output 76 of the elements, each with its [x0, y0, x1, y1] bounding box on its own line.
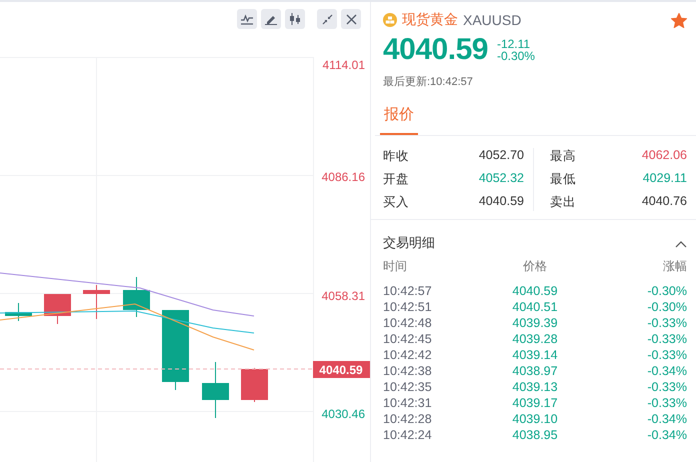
- line-chart-icon: [241, 14, 253, 24]
- trade-change: -0.33%: [646, 395, 687, 411]
- candle: [241, 368, 268, 402]
- toolbar-button[interactable]: [237, 9, 257, 29]
- stat-value: 4052.32: [478, 171, 524, 187]
- trade-price: 4039.17: [511, 395, 559, 411]
- trade-price: 4039.10: [511, 411, 559, 427]
- column-header: 时间: [383, 258, 408, 275]
- stat-value: 4040.59: [478, 194, 524, 210]
- trade-change: -0.33%: [646, 315, 687, 331]
- trade-time: 10:42:28: [383, 411, 433, 427]
- stat-label: 昨收: [383, 148, 409, 165]
- price-axis-label: 4086.16: [322, 170, 365, 184]
- close-button[interactable]: [341, 9, 361, 29]
- stat-value: 4052.70: [478, 148, 524, 164]
- candle: [202, 362, 229, 418]
- trade-change: -0.34%: [646, 427, 687, 443]
- section-title: 交易明细: [383, 234, 435, 252]
- trade-time: 10:42:57: [383, 283, 433, 299]
- trade-time: 10:42:42: [383, 347, 433, 363]
- last-update-time: 最后更新:10:42:57: [383, 74, 474, 89]
- star-icon[interactable]: [671, 12, 687, 28]
- collapse-icon: [322, 14, 332, 24]
- quote-tab[interactable]: 报价: [380, 99, 418, 135]
- trade-time: 10:42:35: [383, 379, 433, 395]
- trade-change: -0.33%: [646, 331, 687, 347]
- trade-price: 4038.97: [511, 363, 559, 379]
- candle: [83, 284, 110, 320]
- trade-price: 4039.39: [511, 315, 559, 331]
- trade-time: 10:42:51: [383, 299, 433, 315]
- pen-icon: [265, 13, 277, 25]
- last-price-tag: 4040.59: [313, 361, 370, 378]
- trade-time: 10:42:24: [383, 427, 433, 443]
- trade-change: -0.33%: [646, 347, 687, 363]
- stat-label: 买入: [383, 194, 409, 211]
- stat-value: 4029.11: [642, 171, 687, 187]
- trade-price: 4039.28: [511, 331, 559, 347]
- price-axis-label: 4030.46: [322, 407, 365, 421]
- trade-time: 10:42:38: [383, 363, 433, 379]
- current-price: 4040.59: [383, 33, 488, 67]
- trade-price: 4040.59: [511, 283, 559, 299]
- percent-change: -0.30%: [496, 50, 535, 62]
- price-change: -12.11: [496, 38, 532, 50]
- column-header: 涨幅: [662, 258, 687, 275]
- column-header: 价格: [522, 258, 548, 275]
- trade-price: 4039.14: [511, 347, 559, 363]
- coin-icon: [383, 13, 397, 27]
- stat-label: 开盘: [383, 171, 409, 188]
- toolbar-button[interactable]: [317, 9, 337, 29]
- trade-time: 10:42:31: [383, 395, 433, 411]
- candle: [5, 302, 32, 322]
- trade-change: -0.34%: [646, 363, 687, 379]
- toolbar-button[interactable]: [285, 9, 305, 29]
- candle: [44, 294, 71, 324]
- trade-time: 10:42:45: [383, 331, 433, 347]
- trade-change: -0.30%: [646, 283, 687, 299]
- stat-value: 4062.06: [640, 148, 687, 164]
- trade-change: -0.33%: [646, 379, 687, 395]
- stat-label: 卖出: [550, 194, 576, 211]
- trade-change: -0.34%: [646, 411, 687, 427]
- trade-price: 4039.13: [511, 379, 559, 395]
- candle: [123, 276, 150, 318]
- stat-label: 最高: [550, 148, 576, 165]
- candlestick-icon: [289, 13, 301, 25]
- stat-label: 最低: [550, 171, 576, 188]
- trade-change: -0.30%: [646, 299, 687, 315]
- toolbar-button[interactable]: [261, 9, 281, 29]
- trade-price: 4038.95: [511, 427, 559, 443]
- price-axis-label: 4114.01: [322, 58, 365, 72]
- instrument-name: 现货黄金: [402, 11, 458, 29]
- trade-price: 4040.51: [511, 299, 559, 315]
- trade-time: 10:42:48: [383, 315, 433, 331]
- instrument-symbol: XAUUSD: [463, 12, 522, 28]
- stat-value: 4040.76: [640, 194, 687, 210]
- close-icon: [346, 14, 356, 24]
- price-axis-label: 4058.31: [322, 289, 365, 303]
